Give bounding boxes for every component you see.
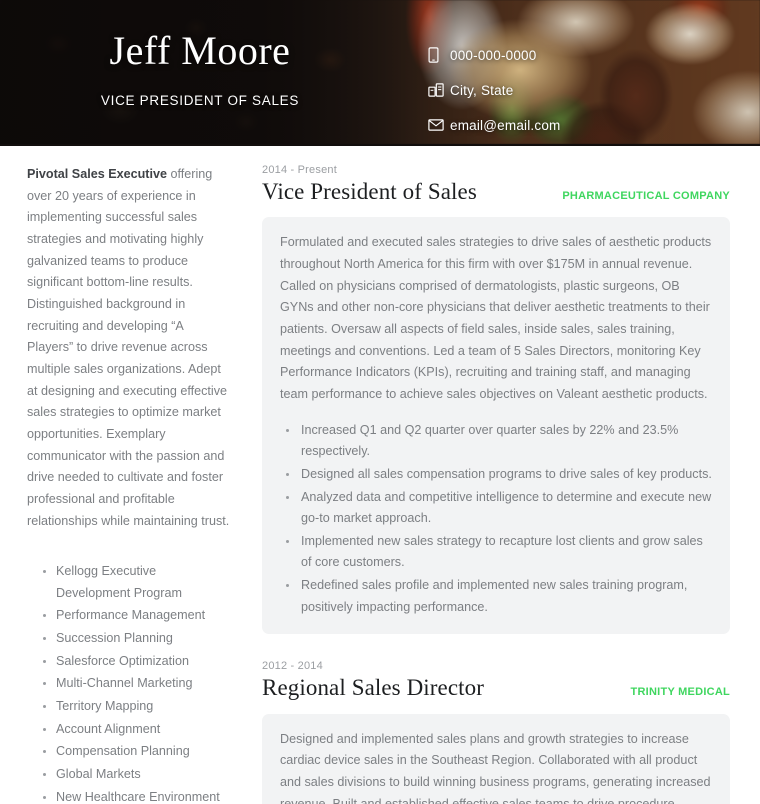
phone-icon bbox=[428, 47, 450, 63]
skill-item: Succession Planning bbox=[27, 628, 230, 650]
experience-company-name: PHARMACEUTICAL COMPANY bbox=[562, 190, 730, 202]
experience-dates: 2014 - Present bbox=[262, 164, 337, 176]
skill-item: Kellogg Executive Development Program bbox=[27, 561, 230, 604]
experience-company-name: TRINITY MEDICAL bbox=[630, 686, 730, 699]
contact-row-location[interactable]: City, State bbox=[428, 77, 560, 103]
sidebar: Pivotal Sales Executive offering over 20… bbox=[0, 164, 248, 804]
summary-lead-in: Pivotal Sales Executive bbox=[27, 167, 168, 181]
contact-email-value: email@email.com bbox=[450, 117, 561, 133]
candidate-name: Jeff Moore bbox=[109, 28, 291, 73]
experience-detail-card: Designed and implemented sales plans and… bbox=[262, 713, 730, 804]
summary-body: offering over 20 years of experience in … bbox=[27, 167, 230, 528]
skills-list: Kellogg Executive Development Program Per… bbox=[27, 561, 230, 804]
experience-achievement-item: Analyzed data and competitive intelligen… bbox=[280, 487, 712, 530]
experience-heading: Vice President of Sales PHARMACEUTICAL CO… bbox=[262, 179, 730, 204]
experience-description: Formulated and executed sales strategies… bbox=[280, 235, 712, 401]
contact-info: 000-000-0000 City, State email@email.com bbox=[428, 42, 560, 138]
experience-section: 2014 - Present Vice President of Sales PHA… bbox=[248, 164, 760, 804]
experience-role-title: Vice President of Sales bbox=[262, 179, 477, 204]
name-block: Jeff Moore VICE PRESIDENT OF SALES bbox=[0, 28, 400, 109]
experience-achievement-item: Implemented new sales strategy to recapt… bbox=[280, 531, 712, 574]
experience-achievement-list: Increased Q1 and Q2 quarter over quarter… bbox=[280, 420, 712, 619]
contact-row-phone[interactable]: 000-000-0000 bbox=[428, 42, 560, 68]
experience-role-title: Regional Sales Director bbox=[262, 675, 485, 701]
contact-location-value: City, State bbox=[450, 82, 514, 98]
resume-body: Pivotal Sales Executive offering over 20… bbox=[0, 146, 760, 804]
experience-achievement-item: Designed all sales compensation programs… bbox=[280, 464, 712, 486]
experience-heading: Regional Sales Director TRINITY MEDICAL bbox=[262, 675, 730, 700]
contact-row-email[interactable]: email@email.com bbox=[428, 112, 560, 138]
experience-achievement-item: Increased Q1 and Q2 quarter over quarter… bbox=[280, 420, 712, 463]
skill-item: New Healthcare Environment bbox=[27, 787, 230, 804]
skill-item: Salesforce Optimization bbox=[27, 651, 230, 673]
contact-phone-value: 000-000-0000 bbox=[450, 47, 537, 63]
experience-description: Designed and implemented sales plans and… bbox=[280, 731, 711, 804]
candidate-job-title: VICE PRESIDENT OF SALES bbox=[100, 93, 300, 108]
resume-header: Jeff Moore VICE PRESIDENT OF SALES 000-0… bbox=[0, 0, 760, 146]
experience-entry: 2012 - 2014 Regional Sales Director TRINIT… bbox=[262, 660, 730, 804]
city-icon bbox=[428, 83, 450, 97]
skill-item: Multi-Channel Marketing bbox=[27, 673, 230, 695]
skill-item: Performance Management bbox=[27, 605, 230, 627]
professional-summary: Pivotal Sales Executive offering over 20… bbox=[27, 164, 230, 532]
skill-item: Compensation Planning bbox=[27, 741, 230, 763]
skill-item: Global Markets bbox=[27, 764, 230, 786]
experience-dates: 2012 - 2014 bbox=[262, 660, 323, 673]
experience-achievement-item: Redefined sales profile and implemented … bbox=[280, 575, 712, 618]
experience-detail-card: Formulated and executed sales strategies… bbox=[262, 217, 730, 635]
envelope-icon bbox=[428, 119, 450, 131]
skill-item: Territory Mapping bbox=[27, 696, 230, 718]
experience-entry: 2014 - Present Vice President of Sales PHA… bbox=[262, 164, 730, 635]
skill-item: Account Alignment bbox=[27, 719, 230, 741]
